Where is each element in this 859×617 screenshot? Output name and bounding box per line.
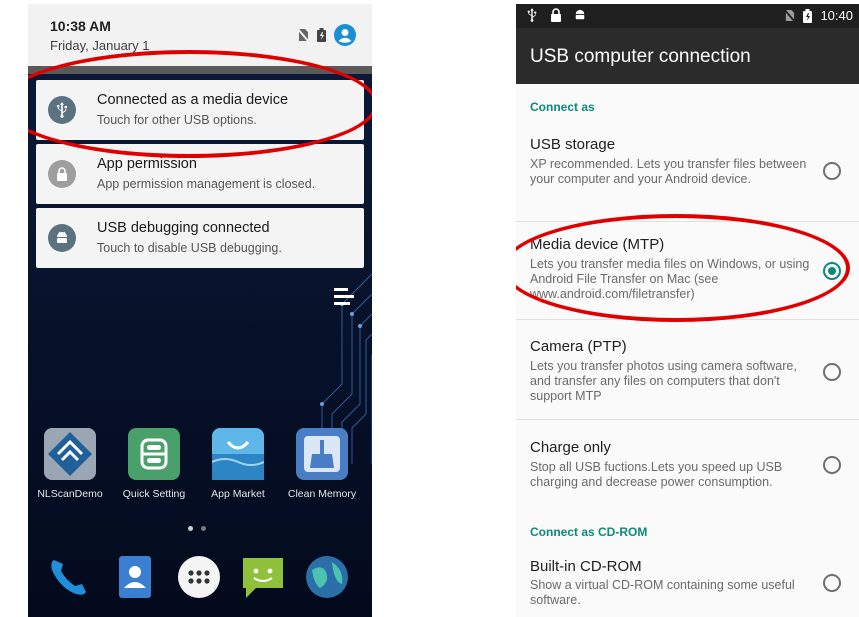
option-charge-only[interactable]: Charge only Stop all USB fuctions.Lets y… (516, 420, 859, 508)
option-media-device-mtp[interactable]: Media device (MTP) Lets you transfer med… (516, 222, 859, 320)
option-description: Lets you transfer media files on Windows… (530, 257, 810, 301)
battery-icon (803, 8, 813, 23)
app-clean-memory[interactable]: Clean Memory (282, 428, 362, 500)
notification-subtitle: Touch for other USB options. (97, 113, 257, 127)
status-bar: 10:40 (516, 4, 859, 28)
quick-setting-icon (128, 428, 180, 480)
messages-icon[interactable] (238, 552, 288, 602)
notification-title: USB debugging connected (97, 220, 270, 236)
radio-button-cdrom[interactable] (823, 574, 841, 592)
lock-icon (48, 160, 76, 188)
no-sim-icon (297, 28, 309, 42)
shade-divider (28, 66, 372, 74)
phone-icon[interactable] (44, 552, 94, 602)
radio-button-camera[interactable] (823, 363, 841, 381)
app-label: NLScanDemo (37, 488, 103, 500)
app-label: App Market (211, 488, 265, 500)
notification-app-permission[interactable]: App permission App permission management… (36, 144, 364, 204)
option-title: Media device (MTP) (530, 236, 665, 253)
app-drawer-icon[interactable] (174, 552, 224, 602)
status-right-icons: 10:40 (784, 8, 853, 23)
option-description: XP recommended. Lets you transfer files … (530, 157, 807, 186)
option-title: Charge only (530, 439, 611, 456)
android-status-icon (575, 9, 585, 20)
notification-usb-debugging[interactable]: USB debugging connected Touch to disable… (36, 208, 364, 268)
notification-title: App permission (97, 156, 197, 172)
app-label: Clean Memory (287, 488, 357, 500)
status-left-icons (526, 8, 586, 22)
app-label: Quick Setting (122, 488, 186, 500)
option-title: Camera (PTP) (530, 338, 627, 355)
radio-button-usb-storage[interactable] (823, 162, 841, 180)
browser-icon[interactable] (302, 552, 352, 602)
left-phone-screen: 10:38 AM Friday, January 1 Connected as … (28, 4, 372, 617)
section-header-connect-as-cdrom: Connect as CD-ROM (530, 525, 648, 539)
usb-status-icon (527, 8, 537, 22)
screenshot-canvas: 10:38 AM Friday, January 1 Connected as … (0, 0, 859, 617)
option-camera-ptp[interactable]: Camera (PTP) Lets you transfer photos us… (516, 320, 859, 420)
option-description: Show a virtual CD-ROM containing some us… (530, 578, 795, 607)
option-usb-storage[interactable]: USB storage XP recommended. Lets you tra… (516, 122, 859, 222)
notification-shade-header: 10:38 AM Friday, January 1 (28, 4, 372, 66)
radio-button-charge-only[interactable] (823, 456, 841, 474)
lock-status-icon (551, 8, 561, 22)
option-title: Built-in CD-ROM (530, 558, 642, 575)
app-bar: USB computer connection (516, 28, 859, 84)
nlscan-icon (44, 428, 96, 480)
shade-time: 10:38 AM (50, 18, 111, 34)
notification-title: Connected as a media device (97, 92, 289, 108)
status-time: 10:40 (820, 8, 853, 23)
usb-icon (48, 96, 76, 124)
page-title: USB computer connection (530, 46, 751, 67)
shade-date: Friday, January 1 (50, 38, 150, 53)
user-account-icon[interactable] (334, 24, 356, 46)
battery-icon (317, 28, 326, 42)
right-phone-screen: 10:40 USB computer connection Connect as… (516, 4, 859, 617)
app-market-icon (211, 428, 265, 480)
app-nlscandemo[interactable]: NLScanDemo (30, 428, 110, 500)
clean-memory-icon (296, 428, 348, 480)
android-icon (48, 224, 76, 252)
radio-button-media-device[interactable] (823, 262, 841, 280)
page-indicator (188, 526, 206, 531)
option-built-in-cdrom[interactable]: Built-in CD-ROM Show a virtual CD-ROM co… (516, 546, 859, 617)
option-description: Stop all USB fuctions.Lets you speed up … (530, 460, 783, 489)
notification-subtitle: App permission management is closed. (97, 177, 316, 191)
app-quick-setting[interactable]: Quick Setting (114, 428, 194, 500)
no-sim-icon (784, 9, 796, 22)
notification-usb-media[interactable]: Connected as a media device Touch for ot… (36, 80, 364, 140)
notification-subtitle: Touch to disable USB debugging. (97, 241, 282, 255)
option-title: USB storage (530, 136, 616, 153)
app-app-market[interactable]: App Market (198, 428, 278, 500)
shade-status-icons (297, 24, 356, 46)
contacts-icon[interactable] (110, 552, 160, 602)
section-header-connect-as: Connect as (530, 100, 595, 114)
option-description: Lets you transfer photos using camera so… (530, 359, 797, 403)
menu-icon[interactable] (334, 288, 354, 309)
